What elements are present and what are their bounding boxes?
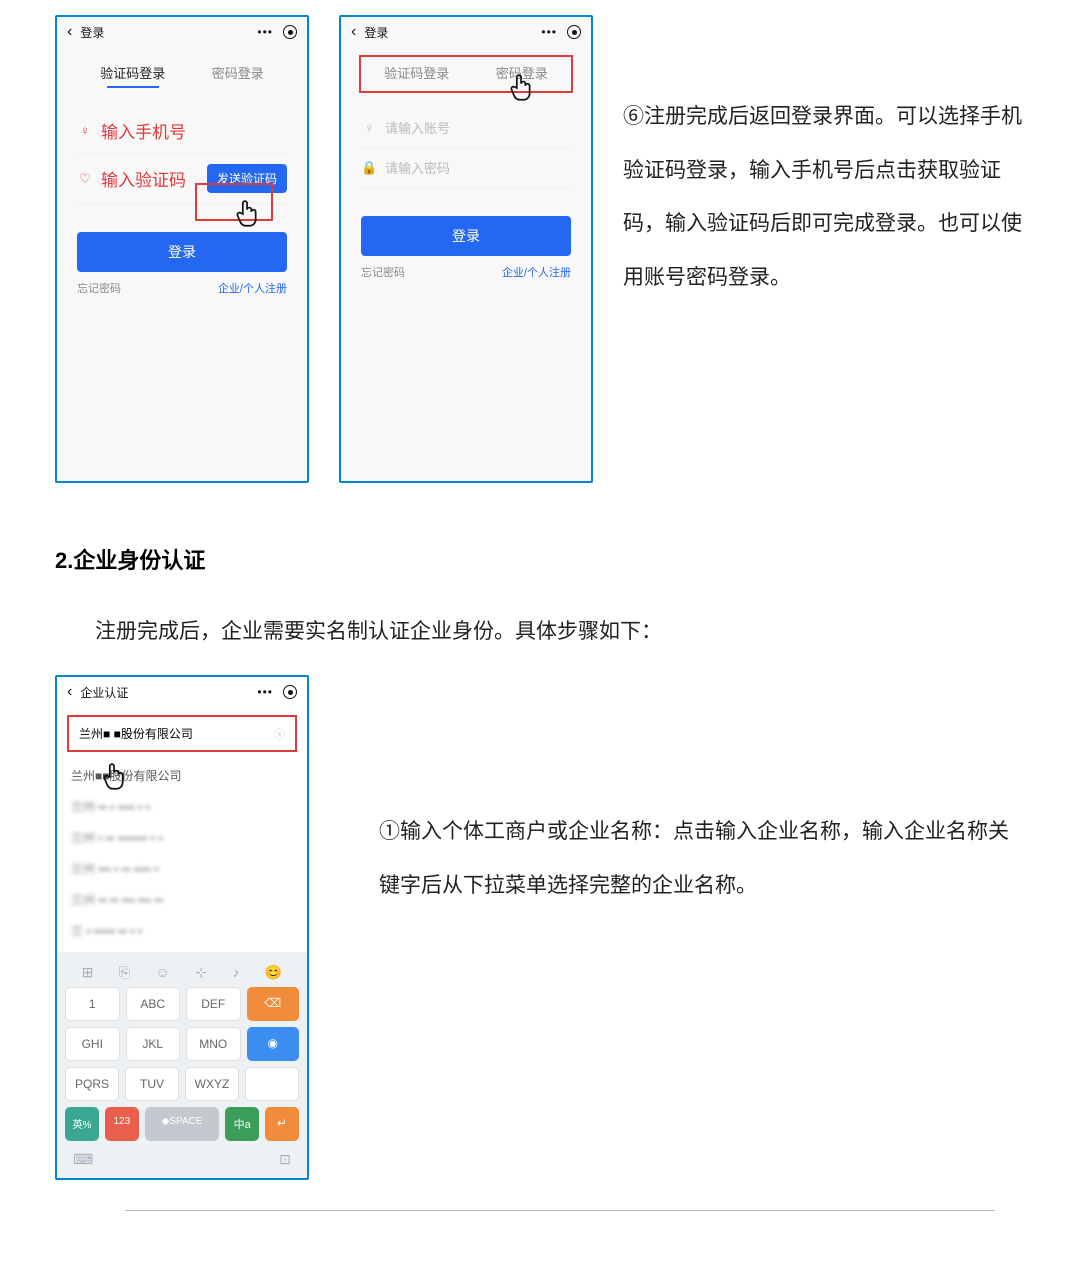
- password-field[interactable]: 🔒 请输入密码: [361, 148, 571, 188]
- back-icon[interactable]: ‹: [351, 23, 356, 41]
- key-lang[interactable]: 中а: [225, 1107, 259, 1141]
- key-delete[interactable]: ⌫: [247, 987, 300, 1021]
- user-icon: ♀: [77, 123, 93, 138]
- back-icon[interactable]: ‹: [67, 23, 72, 41]
- key-pqrs[interactable]: PQRS: [65, 1067, 119, 1101]
- key-123[interactable]: 123: [105, 1107, 139, 1141]
- login-tabs: 验证码登录 密码登录: [57, 47, 307, 98]
- password-placeholder: 请输入密码: [385, 158, 450, 177]
- forgot-password-link[interactable]: 忘记密码: [77, 280, 121, 296]
- key-jkl[interactable]: JKL: [126, 1027, 181, 1061]
- login-button[interactable]: 登录: [77, 232, 287, 272]
- status-bar: ‹ 登录 •••: [57, 17, 307, 47]
- kbd-emoji-icon[interactable]: ☺: [155, 964, 169, 981]
- tab-sms-login[interactable]: 验证码登录: [384, 63, 449, 88]
- key-tuv[interactable]: TUV: [125, 1067, 179, 1101]
- list-item[interactable]: 兰 ▪ ▪▪▪▪▪ ▪▪ ▪ ▪: [71, 915, 293, 946]
- key-wxyz[interactable]: WXYZ: [185, 1067, 239, 1101]
- tab-sms-login[interactable]: 验证码登录: [100, 63, 165, 88]
- key-def[interactable]: DEF: [186, 987, 241, 1021]
- keyboard: ⊞ ⎘ ☺ ⊹ ♪ 😊 1 ABC DEF ⌫ GHI JKL MNO: [57, 952, 307, 1178]
- list-item[interactable]: 兰州 ▪ ▪ ▪▪▪▪▪ ▪▪: [71, 946, 293, 952]
- dropdown-results: 兰州■■股份有限公司 兰州 ▪▪ ▪ ▪▪▪▪ ▪ ▪ 兰州 ▪ ▪▪ ▪▪▪▪…: [57, 760, 307, 952]
- menu-icon[interactable]: •••: [257, 685, 273, 699]
- kbd-mic-icon[interactable]: ♪: [232, 964, 239, 981]
- pointer-icon: [507, 73, 533, 103]
- step1-description: ①输入个体工商户或企业名称：点击输入企业名称，输入企业名称关键字后从下拉菜单选择…: [379, 675, 1025, 912]
- pointer-icon: [100, 762, 126, 792]
- kbd-grid-icon[interactable]: ⊞: [82, 964, 94, 981]
- kbd-hide-icon[interactable]: ⌨: [73, 1151, 93, 1168]
- shield-icon: ♡: [77, 171, 93, 187]
- account-placeholder: 请输入账号: [385, 118, 450, 137]
- list-item[interactable]: 兰州 ▪▪ ▪▪ ▪▪▪ ▪▪▪ ▪▪: [71, 884, 293, 915]
- account-field[interactable]: ♀ 请输入账号: [361, 108, 571, 148]
- kbd-settings-icon[interactable]: ⊡: [279, 1151, 291, 1168]
- register-link[interactable]: 企业/个人注册: [218, 280, 287, 296]
- key-1[interactable]: 1: [65, 987, 120, 1021]
- login-phone-sms: ‹ 登录 ••• 验证码登录 密码登录 ♀ 输入手机号 ♡ 输入验证码 发送验证…: [55, 15, 309, 483]
- phone-annotation: 输入手机号: [101, 118, 186, 143]
- page-title: 登录: [80, 24, 104, 41]
- pointer-icon: [233, 199, 259, 229]
- phone-field[interactable]: ♀ 输入手机号: [77, 108, 287, 154]
- key-symbol[interactable]: 英%: [65, 1107, 99, 1141]
- user-icon: ♀: [361, 120, 377, 135]
- key-enter[interactable]: ↵: [265, 1107, 299, 1141]
- key-space[interactable]: ◆SPACE: [145, 1107, 220, 1141]
- section2-heading: 2.企业身份认证: [55, 543, 1025, 575]
- section2-intro: 注册完成后，企业需要实名制认证企业身份。具体步骤如下：: [95, 615, 1025, 645]
- kbd-face-icon[interactable]: 😊: [265, 964, 282, 981]
- status-bar: ‹ 企业认证 •••: [57, 677, 307, 707]
- search-value: 兰州■ ■股份有限公司: [79, 725, 193, 742]
- page-title: 企业认证: [80, 684, 128, 701]
- list-item[interactable]: 兰州 ▪▪▪ ▪ ▪▪ ▪▪▪▪ ▪: [71, 853, 293, 884]
- page-title: 登录: [364, 24, 388, 41]
- code-annotation: 输入验证码: [101, 166, 186, 191]
- list-item[interactable]: 兰州 ▪ ▪▪ ▪▪▪▪▪▪▪ ▪ ▪: [71, 822, 293, 853]
- kbd-cursor-icon[interactable]: ⊹: [195, 964, 207, 981]
- login-phone-password: ‹ 登录 ••• 验证码登录 密码登录 ♀ 请输入账号 🔒: [339, 15, 593, 483]
- forgot-password-link[interactable]: 忘记密码: [361, 264, 405, 280]
- target-icon[interactable]: [567, 25, 581, 39]
- login-button[interactable]: 登录: [361, 216, 571, 256]
- list-item[interactable]: 兰州 ▪▪ ▪ ▪▪▪▪ ▪ ▪: [71, 791, 293, 822]
- back-icon[interactable]: ‹: [67, 683, 72, 701]
- target-icon[interactable]: [283, 685, 297, 699]
- step6-description: ⑥注册完成后返回登录界面。可以选择手机验证码登录，输入手机号后点击获取验证码，输…: [623, 15, 1025, 304]
- menu-icon[interactable]: •••: [257, 25, 273, 39]
- target-icon[interactable]: [283, 25, 297, 39]
- key-empty[interactable]: [245, 1067, 299, 1101]
- status-bar: ‹ 登录 •••: [341, 17, 591, 47]
- key-mno[interactable]: MNO: [186, 1027, 241, 1061]
- key-ghi[interactable]: GHI: [65, 1027, 120, 1061]
- register-link[interactable]: 企业/个人注册: [502, 264, 571, 280]
- enterprise-auth-phone: ‹ 企业认证 ••• 兰州■ ■股份有限公司 ⓧ 兰州■■股份有限公司 兰州 ▪…: [55, 675, 309, 1180]
- lock-icon: 🔒: [361, 160, 377, 176]
- key-abc[interactable]: ABC: [126, 987, 181, 1021]
- key-action[interactable]: ◉: [247, 1027, 300, 1061]
- menu-icon[interactable]: •••: [541, 25, 557, 39]
- kbd-clip-icon[interactable]: ⎘: [119, 964, 130, 981]
- company-search-input[interactable]: 兰州■ ■股份有限公司 ⓧ: [67, 715, 297, 752]
- tab-password-login[interactable]: 密码登录: [212, 63, 264, 88]
- divider: [125, 1210, 995, 1211]
- clear-icon[interactable]: ⓧ: [274, 726, 285, 742]
